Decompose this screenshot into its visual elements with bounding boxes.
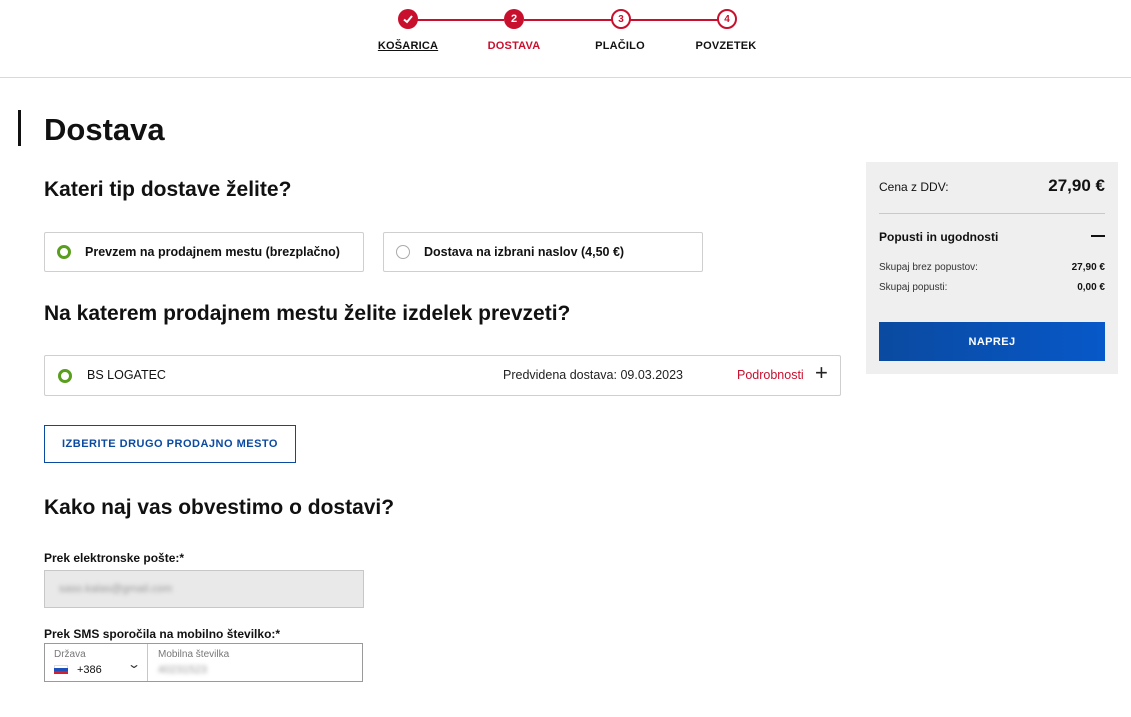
store-heading: Na katerem prodajnem mestu želite izdele… — [44, 302, 571, 325]
step-4-circle: 4 — [717, 9, 737, 29]
next-button[interactable]: NAPREJ — [879, 322, 1105, 361]
title-accent-bar — [18, 110, 21, 146]
step-connector — [630, 19, 718, 21]
slovenia-flag-icon — [54, 665, 68, 674]
step-2-circle: 2 — [504, 9, 524, 29]
store-name: BS LOGATEC — [87, 368, 166, 382]
radio-selected-icon[interactable] — [58, 369, 72, 383]
step-label-delivery: DOSTAVA — [487, 40, 541, 52]
chevron-down-icon[interactable]: ⌄ — [127, 657, 141, 671]
delivery-option-address[interactable]: Dostava na izbrani naslov (4,50 €) — [383, 232, 703, 272]
collapse-minus-icon[interactable] — [1091, 235, 1105, 237]
sms-field-label: Prek SMS sporočila na mobilno številko:* — [44, 627, 281, 641]
delivery-option-pickup[interactable]: Prevzem na prodajnem mestu (brezplačno) — [44, 232, 364, 272]
radio-unselected-icon[interactable] — [396, 245, 410, 259]
phone-label: Mobilna številka — [158, 649, 230, 660]
country-label: Država — [54, 649, 86, 660]
step-3-circle: 3 — [611, 9, 631, 29]
order-summary: Cena z DDV: 27,90 € Popusti in ugodnosti… — [866, 162, 1118, 374]
radio-selected-icon[interactable] — [57, 245, 71, 259]
store-row[interactable]: BS LOGATEC Predvidena dostava: 09.03.202… — [44, 355, 841, 396]
without-discounts-label: Skupaj brez popustov: — [879, 262, 978, 273]
change-store-button[interactable]: IZBERITE DRUGO PRODAJNO MESTO — [44, 425, 296, 463]
delivery-option-label: Prevzem na prodajnem mestu (brezplačno) — [85, 245, 340, 259]
country-code: +386 — [77, 664, 102, 676]
email-value: saso.kalas@gmail.com — [59, 583, 173, 595]
step-1-check-icon[interactable] — [398, 9, 418, 29]
email-field-label: Prek elektronske pošte:* — [44, 551, 185, 565]
price-label: Cena z DDV: — [879, 180, 949, 194]
store-details-link[interactable]: Podrobnosti — [737, 368, 804, 382]
step-label-summary: POVZETEK — [695, 40, 757, 52]
page-title: Dostava — [44, 112, 165, 147]
discounts-value: 0,00 € — [1077, 282, 1105, 293]
step-connector — [524, 19, 612, 21]
plus-icon[interactable]: + — [815, 360, 828, 386]
country-select[interactable]: Država +386 ⌄ — [45, 644, 148, 681]
step-label-payment: PLAČILO — [595, 40, 645, 52]
checkout-stepper: 2 3 4 KOŠARICA DOSTAVA PLAČILO POVZETEK — [0, 0, 1131, 78]
delivery-estimate: Predvidena dostava: 09.03.2023 — [503, 368, 683, 382]
email-field[interactable]: saso.kalas@gmail.com — [44, 570, 364, 608]
step-connector — [416, 19, 504, 21]
discounts-label: Skupaj popusti: — [879, 282, 948, 293]
without-discounts-value: 27,90 € — [1071, 262, 1105, 273]
divider — [879, 213, 1105, 214]
phone-input-group: Država +386 ⌄ Mobilna številka 40231523 — [44, 643, 363, 682]
step-label-cart[interactable]: KOŠARICA — [378, 40, 438, 52]
delivery-type-heading: Kateri tip dostave želite? — [44, 178, 292, 201]
discounts-title: Popusti in ugodnosti — [879, 230, 999, 244]
phone-value[interactable]: 40231523 — [158, 664, 207, 676]
notify-heading: Kako naj vas obvestimo o dostavi? — [44, 496, 395, 519]
price-value: 27,90 € — [1048, 176, 1105, 195]
delivery-option-label: Dostava na izbrani naslov (4,50 €) — [424, 245, 625, 259]
